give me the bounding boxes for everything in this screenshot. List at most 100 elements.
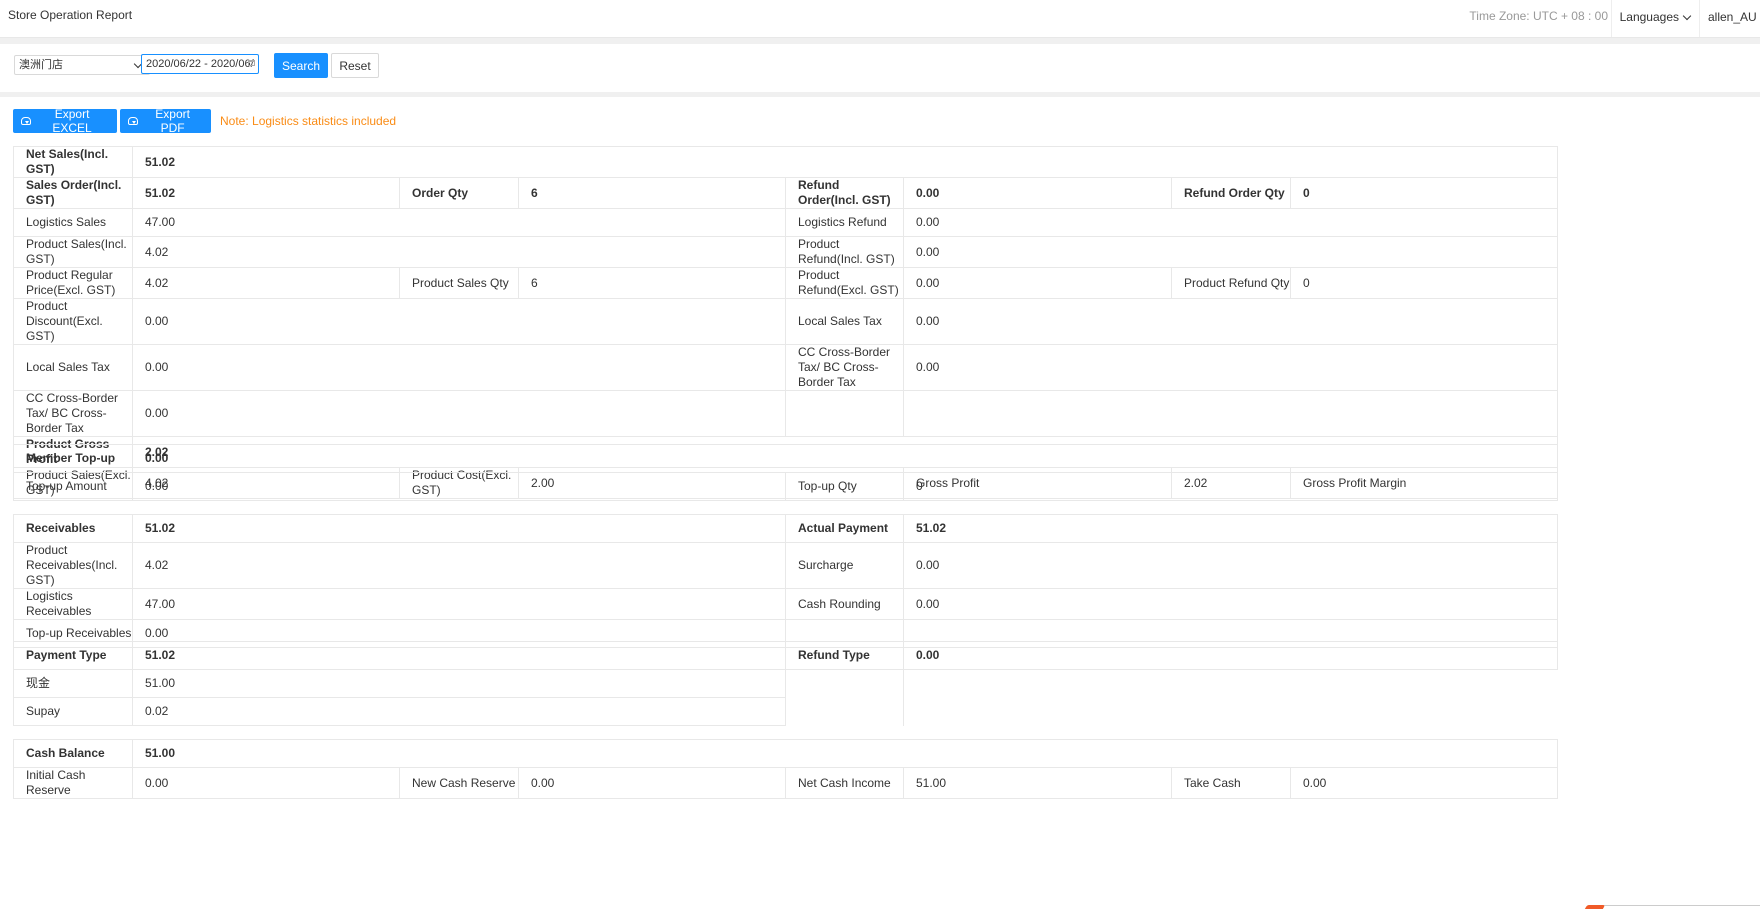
- cash-payment-label: 现金: [13, 669, 133, 698]
- order-qty-label: Order Qty: [399, 177, 519, 209]
- logistics-note: Note: Logistics statistics included: [220, 114, 397, 128]
- cash-balance-value: 51.00: [131, 739, 1559, 768]
- timezone-label: Time Zone: UTC + 08 : 00: [1469, 9, 1608, 23]
- table-row: Logistics Receivables 47.00 Cash Roundin…: [13, 588, 1558, 620]
- refund-type-label: Refund Type: [785, 641, 904, 670]
- take-cash-value: 0.00: [1289, 767, 1559, 799]
- table-row: Local Sales Tax 0.00 CC Cross-Border Tax…: [13, 344, 1559, 391]
- actual-payment-label: Actual Payment: [785, 514, 904, 543]
- table-row: Product Sales(Incl. GST) 4.02 Product Re…: [13, 236, 1559, 268]
- table-row: Initial Cash Reserve 0.00 New Cash Reser…: [13, 767, 1559, 799]
- logistics-receivables-label: Logistics Receivables: [13, 588, 133, 620]
- refund-order-value: 0.00: [903, 177, 1172, 209]
- table-row: Payment Type 51.02 Refund Type 0.00: [13, 641, 1558, 670]
- table-row: Product Regular Price(Excl. GST) 4.02 Pr…: [13, 267, 1559, 299]
- receivables-label: Receivables: [13, 514, 133, 543]
- cash-payment-value: 51.00: [132, 669, 786, 698]
- store-select-value: 澳洲门店: [19, 59, 63, 71]
- net-cash-income-value: 51.00: [903, 767, 1172, 799]
- product-refund-excl-value: 0.00: [903, 267, 1172, 299]
- empty-cell: [902, 390, 1559, 437]
- scroll-indicator-line: [1604, 905, 1760, 906]
- supay-payment-value: 0.02: [132, 697, 786, 726]
- order-qty-value: 6: [518, 177, 786, 209]
- member-topup-label: Member Top-up: [13, 444, 133, 473]
- product-refund-excl-label: Product Refund(Excl. GST): [785, 267, 904, 299]
- table-row: Product Receivables(Incl. GST) 4.02 Surc…: [13, 542, 1558, 589]
- export-pdf-label: Export PDF: [155, 107, 190, 135]
- table-row: Receivables 51.02 Actual Payment 51.02: [13, 514, 1558, 543]
- cash-rounding-value: 0.00: [903, 588, 1558, 620]
- topup-qty-label: Top-up Qty: [785, 472, 904, 501]
- logistics-refund-label: Logistics Refund: [785, 208, 904, 237]
- product-sales-qty-label: Product Sales Qty: [399, 267, 519, 299]
- report-content: Export EXCEL Export PDF Note: Logistics …: [0, 97, 1760, 909]
- cc-tax-refund-label: CC Cross-Border Tax/ BC Cross-Border Tax: [785, 344, 904, 391]
- logistics-sales-value: 47.00: [132, 208, 786, 237]
- store-select[interactable]: 澳洲门店: [14, 55, 150, 75]
- supay-payment-label: Supay: [13, 697, 133, 726]
- table-row: Member Top-up 0.00: [13, 444, 1559, 473]
- local-sales-tax-value: 0.00: [132, 344, 786, 391]
- refund-order-qty-value: 0: [1289, 177, 1559, 209]
- scroll-indicator-handle[interactable]: [1584, 905, 1606, 909]
- product-sales-qty-value: 6: [518, 267, 786, 299]
- local-sales-tax-refund-label: Local Sales Tax: [785, 298, 904, 345]
- product-regular-price-label: Product Regular Price(Excl. GST): [13, 267, 133, 299]
- reset-button[interactable]: Reset: [331, 53, 379, 78]
- search-button[interactable]: Search: [274, 53, 328, 78]
- table-row: Cash Balance 51.00: [13, 739, 1559, 768]
- product-refund-incl-value: 0.00: [902, 236, 1559, 268]
- calendar-icon: [248, 60, 255, 66]
- member-topup-value: 0.00: [131, 444, 1559, 473]
- local-sales-tax-label: Local Sales Tax: [13, 344, 133, 391]
- initial-cash-reserve-label: Initial Cash Reserve: [13, 767, 133, 799]
- empty-cell: [785, 390, 904, 437]
- net-sales-value: 51.02: [131, 146, 1559, 178]
- new-cash-reserve-label: New Cash Reserve: [399, 767, 519, 799]
- table-row: Top-up Amount 0.00 Top-up Qty 0: [13, 472, 1559, 501]
- export-excel-label: Export EXCEL: [52, 107, 92, 135]
- filter-bar: 澳洲门店 2020/06/22 - 2020/06/ Search Reset: [0, 44, 1760, 92]
- cc-tax-refund-value: 0.00: [902, 344, 1559, 391]
- product-refund-incl-label: Product Refund(Incl. GST): [785, 236, 904, 268]
- refund-type-value: 0.00: [903, 641, 1558, 670]
- logistics-refund-value: 0.00: [902, 208, 1559, 237]
- table-row: Logistics Sales 47.00 Logistics Refund 0…: [13, 208, 1559, 237]
- receivables-value: 51.02: [132, 514, 786, 543]
- new-cash-reserve-value: 0.00: [518, 767, 786, 799]
- languages-dropdown[interactable]: Languages: [1610, 0, 1700, 37]
- date-range-input[interactable]: 2020/06/22 - 2020/06/: [141, 54, 259, 74]
- languages-label: Languages: [1619, 10, 1679, 24]
- topup-table: Member Top-up 0.00 Top-up Amount 0.00 To…: [13, 444, 1559, 501]
- cloud-download-icon: [128, 117, 139, 125]
- export-excel-button[interactable]: Export EXCEL: [13, 107, 117, 135]
- receivables-table: Receivables 51.02 Actual Payment 51.02 P…: [13, 514, 1558, 648]
- refund-order-qty-label: Refund Order Qty: [1171, 177, 1291, 209]
- table-row: Sales Order(Incl. GST) 51.02 Order Qty 6…: [13, 177, 1559, 209]
- product-sales-incl-value: 4.02: [132, 236, 786, 268]
- top-header: Store Operation Report Time Zone: UTC + …: [0, 0, 1760, 55]
- user-menu[interactable]: allen_AU: [1699, 0, 1760, 55]
- surcharge-value: 0.00: [903, 542, 1558, 589]
- take-cash-label: Take Cash: [1171, 767, 1291, 799]
- payment-type-value: 51.02: [132, 641, 786, 670]
- topup-qty-value: 0: [902, 472, 1559, 501]
- product-receivables-value: 4.02: [132, 542, 786, 589]
- net-cash-income-label: Net Cash Income: [785, 767, 904, 799]
- cash-balance-table: Cash Balance 51.00 Initial Cash Reserve …: [13, 739, 1559, 799]
- payment-table: Payment Type 51.02 Refund Type 0.00 现金 5…: [13, 641, 1558, 726]
- surcharge-label: Surcharge: [785, 542, 904, 589]
- net-sales-label: Net Sales(Incl. GST): [13, 146, 133, 178]
- table-row: CC Cross-Border Tax/ BC Cross-Border Tax…: [13, 390, 1559, 437]
- cc-tax-value: 0.00: [132, 390, 786, 437]
- table-row: Net Sales(Incl. GST) 51.02: [13, 146, 1559, 178]
- product-receivables-label: Product Receivables(Incl. GST): [13, 542, 133, 589]
- product-refund-qty-value: 0: [1289, 267, 1559, 299]
- sales-order-value: 51.02: [132, 177, 400, 209]
- cash-balance-label: Cash Balance: [13, 739, 133, 768]
- export-pdf-button[interactable]: Export PDF: [120, 107, 211, 135]
- chevron-down-icon: [1682, 11, 1692, 21]
- payment-type-label: Payment Type: [13, 641, 133, 670]
- page-title: Store Operation Report: [8, 8, 133, 22]
